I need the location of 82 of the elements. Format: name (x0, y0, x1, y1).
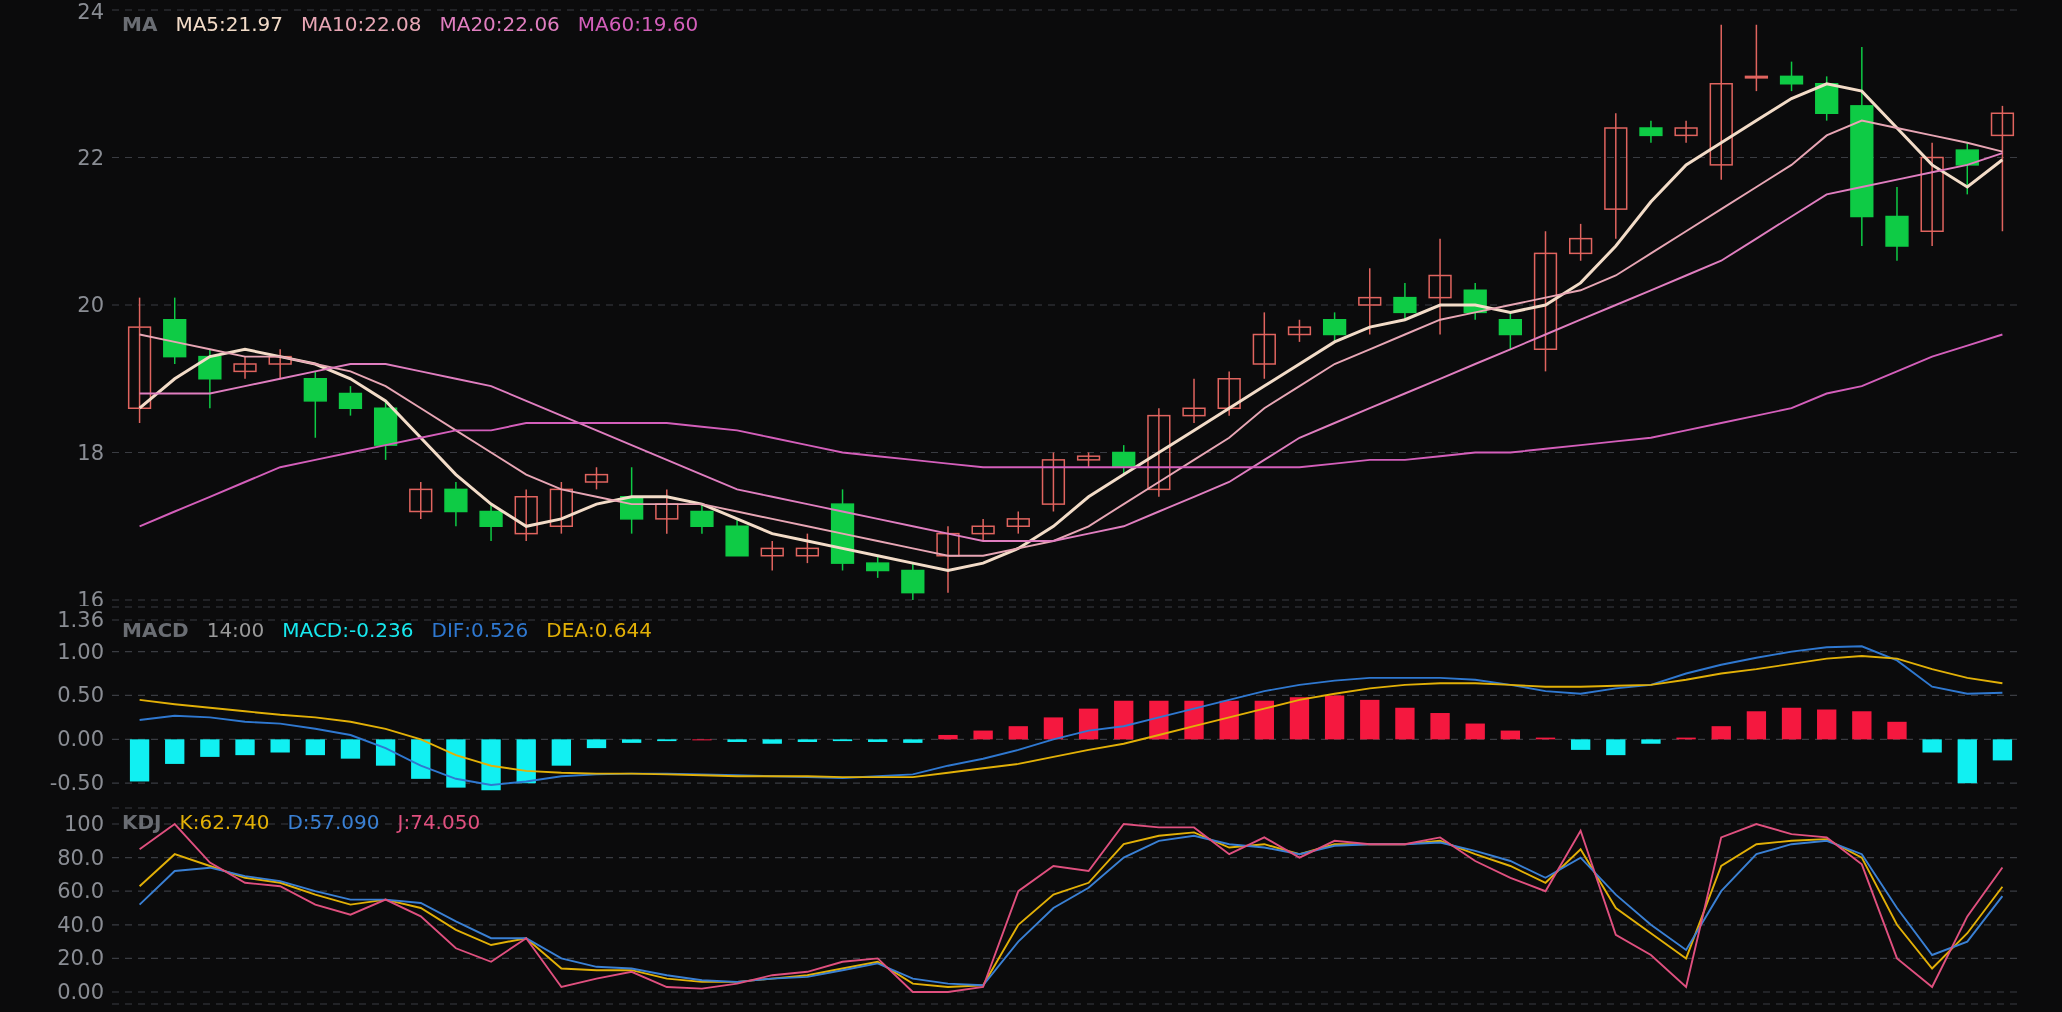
series-name: D (287, 810, 303, 834)
axis-label: 20 (77, 293, 104, 317)
series-name: MACD (282, 618, 343, 642)
axis-label: 100 (63, 812, 104, 836)
falling-candlestick (690, 503, 714, 535)
indicator-title: MA (122, 12, 158, 36)
rising-candlestick (233, 355, 257, 380)
falling-candlestick (1463, 282, 1487, 321)
falling-candlestick (1955, 142, 1979, 196)
rising-candlestick (1182, 378, 1206, 424)
series-value: :0.526 (464, 618, 529, 642)
falling-candlestick (479, 503, 503, 542)
series-value: :74.050 (403, 810, 481, 834)
falling-candlestick (866, 555, 890, 579)
falling-candlestick (1498, 311, 1522, 350)
rising-candlestick (549, 481, 573, 535)
falling-candlestick (1112, 444, 1136, 476)
rising-candlestick (795, 532, 820, 564)
axis-label: 1.36 (57, 608, 104, 632)
falling-candlestick (1815, 75, 1839, 122)
series-value: :57.090 (302, 810, 380, 834)
falling-candlestick (1639, 119, 1663, 144)
rising-candlestick (584, 466, 609, 491)
series-value: :22.08 (357, 12, 422, 36)
rising-candlestick (655, 488, 679, 535)
falling-candlestick (1779, 60, 1804, 92)
rising-candlestick (1744, 24, 1769, 92)
falling-candlestick (338, 385, 363, 417)
falling-candlestick (198, 348, 222, 409)
indicator-title: KDJ (122, 810, 162, 834)
series-name: K (179, 810, 193, 834)
series-name: MA20 (439, 12, 496, 36)
axis-label: -0.50 (49, 771, 104, 796)
rising-candlestick (1674, 119, 1698, 144)
axis-label: 20.0 (57, 946, 104, 971)
series-value: :62.740 (192, 810, 270, 834)
series-name: DIF (431, 618, 465, 642)
falling-candlestick (163, 296, 187, 365)
axis-label: 60.0 (57, 879, 104, 904)
axis-label: 80.0 (57, 845, 104, 870)
rising-candlestick (268, 348, 292, 380)
rising-candlestick (1217, 370, 1241, 417)
falling-candlestick (901, 562, 925, 601)
rising-candlestick (1569, 223, 1593, 262)
rising-candlestick (1041, 451, 1066, 513)
falling-candlestick (725, 518, 749, 557)
series-value: :0.644 (588, 618, 652, 642)
falling-candlestick (303, 370, 327, 439)
falling-candlestick (444, 481, 468, 527)
rising-candlestick (760, 540, 784, 572)
series-name: MA5 (175, 12, 220, 36)
series-name: MA60 (577, 12, 635, 36)
series-value: :-0.236 (342, 618, 414, 642)
axis-label: 22 (77, 145, 104, 170)
rising-candlestick (1287, 319, 1312, 343)
rising-candlestick (514, 488, 538, 542)
series-name: MA10 (301, 12, 358, 36)
axis-label: 24 (77, 0, 104, 24)
axis-label: 0.50 (57, 683, 104, 708)
axis-label: 1.00 (57, 639, 104, 664)
rising-candlestick (1358, 267, 1382, 336)
falling-candlestick (373, 400, 398, 461)
axis-label: 0.00 (57, 727, 104, 752)
series-name: DEA (546, 618, 588, 642)
series-value: :19.60 (634, 12, 699, 36)
rising-candlestick (1252, 311, 1276, 380)
rising-candlestick (936, 525, 960, 594)
series-value: :21.97 (219, 12, 284, 36)
rising-candlestick (1076, 451, 1101, 468)
rising-candlestick (409, 481, 433, 520)
falling-candlestick (1393, 282, 1417, 321)
indicator-title: MACD (122, 618, 189, 642)
falling-candlestick (620, 466, 644, 535)
falling-candlestick (1322, 311, 1347, 343)
rising-candlestick (1006, 510, 1030, 535)
axis-label: 18 (77, 440, 104, 465)
series-name: J (397, 810, 404, 834)
axis-label: 0.00 (57, 980, 104, 1004)
series-value: :22.06 (495, 12, 560, 36)
rising-candlestick (971, 518, 995, 542)
time-label: 14:00 (206, 618, 265, 642)
axis-label: 40.0 (57, 912, 104, 937)
